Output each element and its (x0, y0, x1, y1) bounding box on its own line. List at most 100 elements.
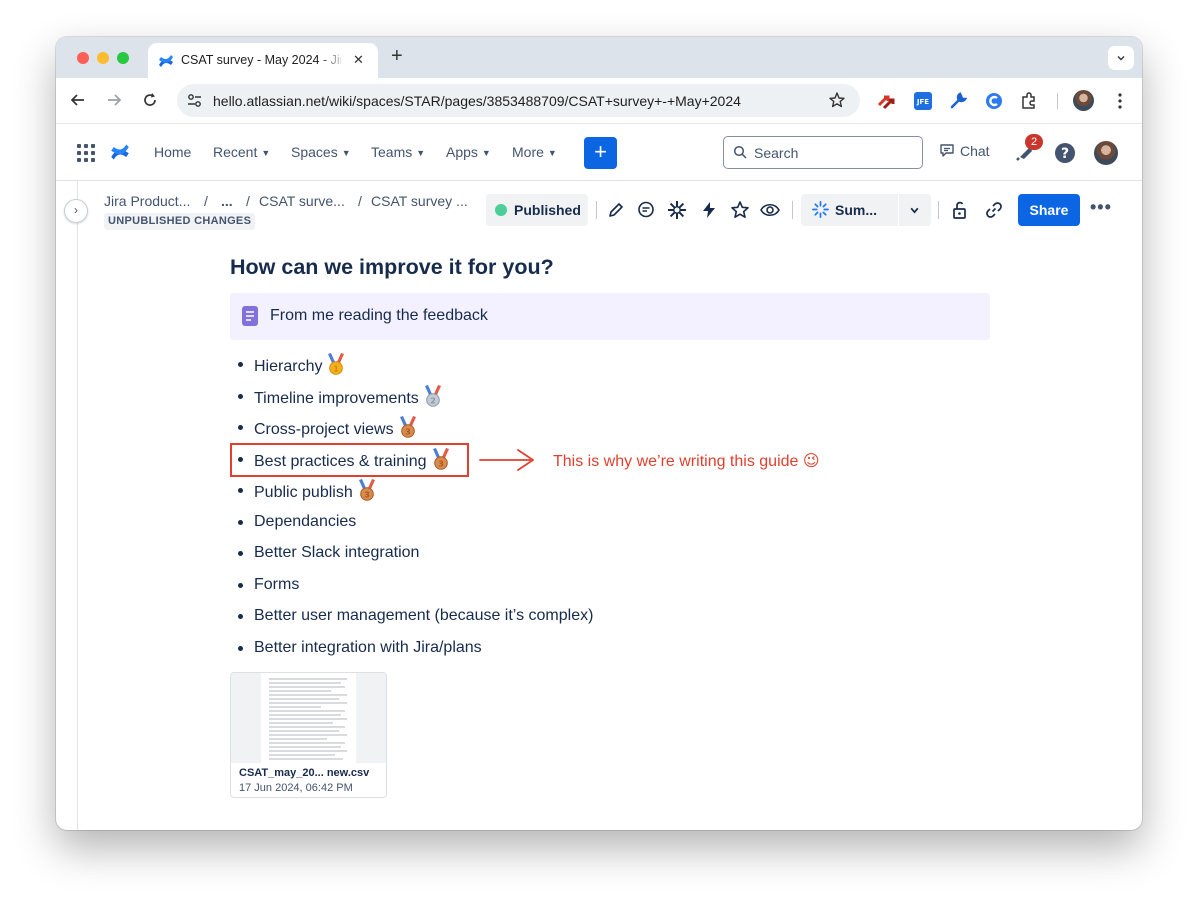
list-item-text: Dependancies (254, 512, 357, 530)
share-button[interactable]: Share (1018, 194, 1080, 226)
browser-menu-icon[interactable] (1110, 91, 1130, 111)
tab-strip: CSAT survey - May 2024 - Jira Product ✕ … (56, 37, 1142, 78)
list-item: Better Slack integration (234, 542, 593, 574)
bookmark-star-icon[interactable] (828, 91, 846, 109)
extension-red-arrows-icon[interactable] (876, 91, 896, 111)
chat-button[interactable]: Chat (939, 143, 990, 159)
nav-teams[interactable]: Teams ▼ (371, 144, 425, 160)
confluence-logo-icon[interactable] (110, 142, 130, 162)
list-item: Public publish 3 (234, 479, 593, 511)
list-item-text: Forms (254, 575, 300, 593)
more-actions-button[interactable]: ••• (1090, 197, 1112, 218)
extensions-puzzle-icon[interactable] (1019, 91, 1039, 111)
new-tab-button[interactable]: + (391, 45, 403, 68)
app-switcher-grid-icon[interactable] (77, 144, 95, 162)
zoom-window-button[interactable] (117, 52, 129, 64)
ai-sparkle-icon (812, 201, 829, 218)
create-button[interactable]: + (584, 137, 617, 169)
automation-bolt-icon[interactable] (699, 200, 719, 220)
document-lines-icon (269, 678, 347, 760)
svg-text:3: 3 (364, 490, 370, 499)
help-icon[interactable]: ? (1054, 142, 1076, 164)
chevron-down-icon (1117, 56, 1125, 61)
published-label: Published (514, 202, 581, 218)
confluence-logo-icon (159, 55, 173, 67)
chevron-down-icon: ▼ (481, 148, 491, 158)
bronze-medal-icon: 3 (398, 416, 418, 438)
note-panel-text: From me reading the feedback (270, 307, 488, 324)
sidebar-divider (77, 181, 78, 830)
loom-icon[interactable] (667, 200, 687, 220)
edit-pencil-icon[interactable] (606, 200, 626, 220)
wrench-icon[interactable] (948, 91, 968, 111)
tab-search-button[interactable] (1108, 46, 1134, 70)
breadcrumb-separator: / (204, 193, 208, 209)
bronze-medal-icon: 3 (357, 479, 377, 501)
browser-profile-avatar[interactable] (1073, 90, 1094, 111)
chevron-down-icon[interactable] (909, 205, 920, 216)
list-item: Forms (234, 574, 593, 606)
address-bar[interactable]: hello.atlassian.net/wiki/spaces/STAR/pag… (177, 84, 860, 117)
svg-text:2: 2 (430, 396, 436, 405)
star-icon[interactable] (730, 200, 750, 220)
nav-more[interactable]: More ▼ (512, 144, 557, 160)
browser-toolbar: hello.atlassian.net/wiki/spaces/STAR/pag… (56, 78, 1142, 124)
close-window-button[interactable] (77, 52, 89, 64)
attachment-card[interactable]: CSAT_may_20... new.csv 17 Jun 2024, 06:4… (230, 672, 387, 798)
search-box[interactable] (723, 136, 923, 169)
nav-apps[interactable]: Apps ▼ (446, 144, 491, 160)
summarize-label: Sum... (835, 202, 878, 218)
extension-jfe-icon[interactable]: JFE (913, 91, 933, 111)
file-preview (231, 673, 386, 763)
list-item-text: Cross-project views (254, 421, 394, 438)
chevron-down-icon: ▼ (341, 148, 351, 158)
svg-text:JFE: JFE (916, 98, 929, 106)
breadcrumb-current[interactable]: CSAT survey ... (371, 193, 468, 209)
note-icon (242, 306, 258, 326)
nav-recent[interactable]: Recent ▼ (213, 144, 270, 160)
tab-title: CSAT survey - May 2024 - Jira Product (181, 53, 341, 67)
browser-window: CSAT survey - May 2024 - Jira Product ✕ … (56, 37, 1142, 830)
toolbar-divider (1057, 93, 1058, 109)
chevron-down-icon: ▼ (547, 148, 557, 158)
list-item-text: Better user management (because it’s com… (254, 607, 594, 624)
browser-tab-active[interactable]: CSAT survey - May 2024 - Jira Product ✕ (148, 43, 378, 78)
unlock-restrictions-icon[interactable] (950, 200, 970, 220)
user-avatar[interactable] (1094, 141, 1118, 165)
toolbar-divider (938, 201, 939, 219)
back-arrow-icon[interactable] (68, 90, 88, 110)
attachment-name: CSAT_may_20... new.csv (239, 767, 370, 779)
breadcrumb-parent[interactable]: CSAT surve... (259, 193, 345, 209)
list-item-text: Public publish (254, 484, 353, 501)
search-input[interactable] (754, 143, 914, 163)
list-item: Timeline improvements 2 (234, 384, 593, 417)
chevron-down-icon: ▼ (416, 148, 426, 158)
extension-blue-c-icon[interactable] (984, 91, 1004, 111)
close-tab-icon[interactable]: ✕ (353, 52, 364, 68)
watch-eye-icon[interactable] (760, 200, 780, 220)
list-item: Dependancies (234, 511, 593, 543)
forward-arrow-icon[interactable] (104, 90, 124, 110)
site-settings-icon[interactable] (186, 92, 203, 109)
chat-label: Chat (960, 143, 990, 159)
minimize-window-button[interactable] (97, 52, 109, 64)
summarize-button[interactable]: Sum... (801, 194, 931, 226)
breadcrumb-space[interactable]: Jira Product... (104, 193, 190, 209)
file-preview-page (261, 673, 356, 763)
expand-sidebar-button[interactable]: › (64, 199, 88, 223)
list-item-text: Timeline improvements (254, 389, 419, 407)
list-item-text: Hierarchy (254, 358, 323, 375)
nav-spaces-label: Spaces (291, 144, 338, 160)
tab-title-fade (318, 49, 348, 71)
breadcrumb-ellipsis[interactable]: ... (221, 193, 233, 209)
comment-icon[interactable] (636, 200, 656, 220)
search-icon (733, 145, 747, 159)
svg-text:?: ? (1061, 146, 1069, 162)
nav-home[interactable]: Home (154, 144, 191, 160)
nav-spaces[interactable]: Spaces ▼ (291, 144, 351, 160)
svg-text:3: 3 (405, 427, 411, 436)
copy-link-icon[interactable] (984, 200, 1004, 220)
reload-icon[interactable] (140, 90, 160, 110)
silver-medal-icon: 2 (423, 384, 443, 407)
published-status-button[interactable]: Published (486, 194, 588, 226)
